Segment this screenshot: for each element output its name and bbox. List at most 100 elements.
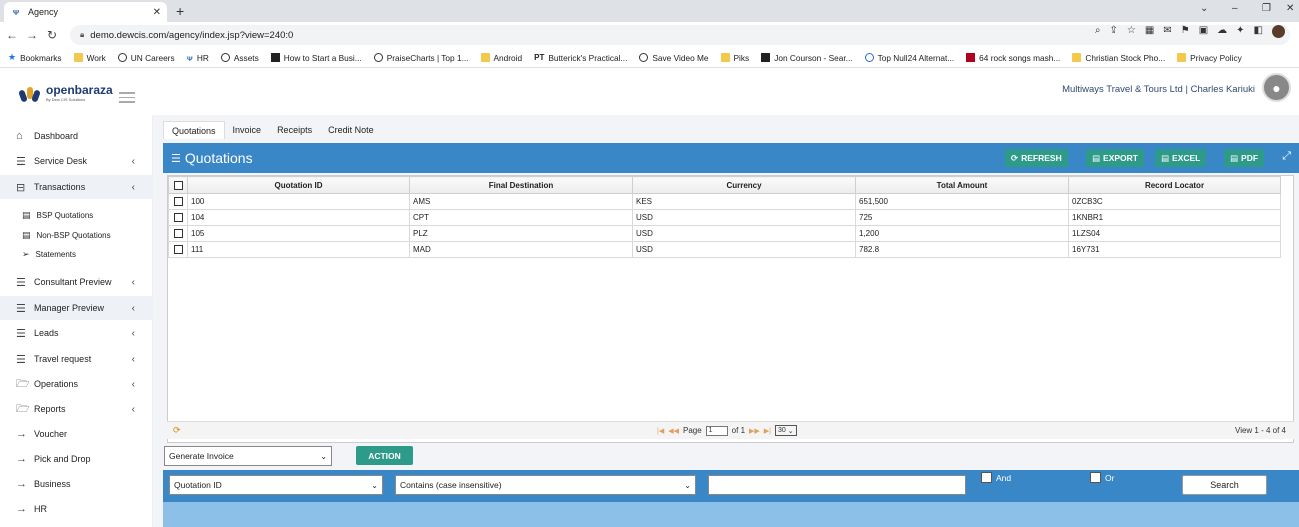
menu-toggle-icon[interactable]: [119, 92, 135, 106]
bookmark-item[interactable]: Top Null24 Alternat...: [864, 53, 954, 63]
column-header[interactable]: Final Destination: [409, 176, 633, 194]
row-checkbox[interactable]: [173, 245, 183, 255]
browser-tab[interactable]: ᴪ Agency ✕: [4, 2, 167, 22]
new-tab-button[interactable]: +: [176, 3, 184, 19]
puzzle-icon[interactable]: ✦: [1236, 25, 1244, 38]
column-header[interactable]: Currency: [632, 176, 856, 194]
table-cell: USD: [632, 209, 856, 226]
bookmark-item[interactable]: 64 rock songs mash...: [966, 53, 1060, 63]
share-icon[interactable]: ⇪: [1110, 25, 1118, 38]
table-row[interactable]: 105 PLZ USD 1,200 1LZS04: [168, 225, 1281, 242]
close-tab-icon[interactable]: ✕: [153, 7, 161, 18]
or-option[interactable]: Or: [1090, 472, 1114, 483]
sidebar-subitem-non-bsp-quotations[interactable]: ▤ Non-BSP Quotations: [22, 226, 111, 244]
bookmark-item[interactable]: Assets: [220, 53, 259, 63]
bookmark-item[interactable]: PraiseCharts | Top 1...: [373, 53, 469, 63]
column-header[interactable]: Quotation ID: [187, 176, 410, 194]
pdf-button[interactable]: ▤ PDF: [1224, 149, 1265, 167]
sidebar-subitem-bsp-quotations[interactable]: ▤ BSP Quotations: [22, 206, 93, 224]
excel-button[interactable]: ▤ EXCEL: [1155, 149, 1207, 167]
sidebar-item-reports[interactable]: 🗁︎ Reports ‹: [0, 397, 153, 421]
table-row[interactable]: 100 AMS KES 651,500 0ZCB3C: [168, 193, 1281, 210]
chevron-down-icon[interactable]: ⌄: [1200, 3, 1208, 14]
forward-icon[interactable]: →: [24, 28, 40, 42]
bookmark-item[interactable]: Jon Courson - Sear...: [761, 53, 853, 63]
prev-page-icon[interactable]: ◀◀: [668, 427, 679, 435]
expand-icon[interactable]: ⤢: [1282, 150, 1291, 163]
back-icon[interactable]: ←: [4, 28, 20, 42]
bookmark-item[interactable]: UN Careers: [117, 53, 175, 63]
and-checkbox[interactable]: [981, 472, 992, 483]
tab-invoice[interactable]: Invoice: [225, 121, 270, 139]
table-row[interactable]: 104 CPT USD 725 1KNBR1: [168, 209, 1281, 226]
bookmark-item[interactable]: Android: [480, 53, 522, 63]
sidebar-item-consultant-preview[interactable]: ☰ Consultant Preview ‹: [0, 270, 153, 294]
sidebar-item-service-desk[interactable]: ☰ Service Desk ‹: [0, 149, 153, 173]
sidebar-item-pick-and-drop[interactable]: → Pick and Drop: [0, 447, 153, 471]
next-page-icon[interactable]: ▶▶: [749, 427, 760, 435]
reload-grid-icon[interactable]: ⟳: [173, 425, 181, 436]
refresh-button[interactable]: ⟳ REFRESH: [1005, 149, 1068, 167]
sidebar-item-voucher[interactable]: → Voucher: [0, 422, 153, 446]
close-window-icon[interactable]: ✕: [1286, 3, 1294, 14]
table-cell: 16Y731: [1068, 241, 1281, 258]
action-button[interactable]: ACTION: [356, 446, 413, 465]
sidebar-subitem-statements[interactable]: ➢ Statements: [22, 245, 76, 263]
sidebar-item-dashboard[interactable]: ⌂ Dashboard: [0, 124, 153, 148]
pager-controls: |◀ ◀◀ Page 1 of 1 ▶▶ ▶| 30 ⌄: [657, 425, 797, 436]
sidebar-item-manager-preview[interactable]: ☰ Manager Preview ‹: [0, 296, 153, 320]
row-checkbox[interactable]: [173, 197, 183, 207]
user-avatar[interactable]: ●: [1262, 73, 1291, 102]
column-header[interactable]: Record Locator: [1068, 176, 1281, 194]
sidebar-item-hr[interactable]: → HR: [0, 497, 153, 521]
select-all-checkbox[interactable]: [173, 180, 183, 190]
first-page-icon[interactable]: |◀: [657, 427, 664, 435]
translate-icon[interactable]: ⚑: [1181, 25, 1190, 38]
openbaraza-logo[interactable]: openbaraza By Dew CIS Solutions: [18, 84, 113, 105]
rows-per-page-select[interactable]: 30 ⌄: [775, 425, 797, 436]
globe-icon: [220, 53, 230, 62]
row-checkbox[interactable]: [173, 213, 183, 223]
tab-quotations[interactable]: Quotations: [163, 121, 225, 139]
page-input[interactable]: 1: [705, 425, 728, 436]
export-button[interactable]: ▤ EXPORT: [1086, 149, 1144, 167]
and-option[interactable]: And: [981, 472, 1011, 483]
pdf-icon[interactable]: ▣: [1199, 25, 1208, 38]
restore-icon[interactable]: ❐: [1262, 3, 1271, 14]
tab-credit-note[interactable]: Credit Note: [320, 121, 382, 139]
sidebar-item-leads[interactable]: ☰ Leads ‹: [0, 321, 153, 345]
sidepanel-icon[interactable]: ◧: [1254, 25, 1263, 38]
sidebar-item-business[interactable]: → Business: [0, 472, 153, 496]
extension-icon[interactable]: ▦: [1145, 25, 1154, 38]
bookmark-item[interactable]: Christian Stock Pho...: [1072, 53, 1165, 63]
search-button[interactable]: Search: [1182, 475, 1267, 495]
mail-icon[interactable]: ✉: [1163, 25, 1171, 38]
bookmark-item[interactable]: Save Video Me: [639, 53, 709, 63]
column-header[interactable]: Total Amount: [855, 176, 1069, 194]
bookmark-item[interactable]: Piks: [720, 53, 749, 63]
bookmark-item[interactable]: PT Butterick's Practical...: [534, 53, 627, 63]
row-checkbox[interactable]: [173, 229, 183, 239]
tab-receipts[interactable]: Receipts: [269, 121, 320, 139]
star-bookmark-icon[interactable]: ☆: [1127, 25, 1136, 38]
sidebar-item-transactions[interactable]: ⊟ Transactions ‹: [0, 175, 153, 199]
minimize-icon[interactable]: –: [1232, 3, 1238, 14]
bookmark-item[interactable]: Privacy Policy: [1177, 53, 1242, 63]
search-operator-select[interactable]: Contains (case insensitive) ⌄: [395, 475, 696, 495]
bookmark-item[interactable]: Work: [73, 53, 106, 63]
reload-icon[interactable]: ↻: [44, 28, 60, 42]
bookmark-item[interactable]: How to Start a Busi...: [270, 53, 362, 63]
sidebar-item-operations[interactable]: 🗁︎ Operations ‹: [0, 372, 153, 396]
sidebar-item-travel-request[interactable]: ☰ Travel request ‹: [0, 347, 153, 371]
search-value-input[interactable]: [708, 475, 966, 495]
action-select[interactable]: Generate Invoice ⌄: [164, 446, 332, 466]
cloud-icon[interactable]: ☁: [1217, 25, 1227, 38]
table-row[interactable]: 111 MAD USD 782.8 16Y731: [168, 241, 1281, 258]
zoom-icon[interactable]: ⌕: [1095, 25, 1101, 38]
profile-avatar[interactable]: [1272, 25, 1285, 38]
last-page-icon[interactable]: ▶|: [764, 427, 771, 435]
or-checkbox[interactable]: [1090, 472, 1101, 483]
search-field-select[interactable]: Quotation ID ⌄: [169, 475, 383, 495]
bookmark-item[interactable]: ★ Bookmarks: [8, 53, 62, 63]
bookmark-item[interactable]: ᴪ HR: [187, 53, 209, 64]
